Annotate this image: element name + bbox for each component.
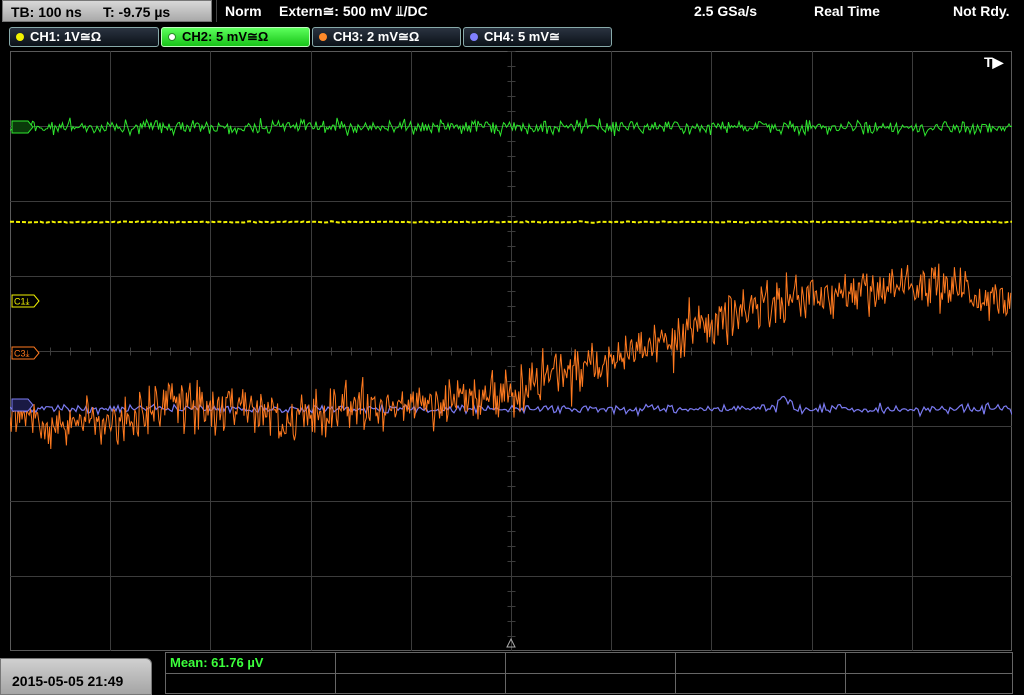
acquisition-mode: Real Time [814, 3, 880, 19]
measurement-table[interactable]: Mean: 61.76 µV [165, 652, 1013, 694]
ch4-color-icon [470, 33, 478, 41]
bottom-bar: 2015-05-05 21:49 Mean: 61.76 µV [0, 652, 1024, 695]
svg-text:C1⤓: C1⤓ [14, 297, 30, 307]
tab-ch2-label: CH2: 5 mV≅Ω [182, 29, 269, 44]
tab-ch3[interactable]: CH3: 2 mV≅Ω [312, 27, 461, 47]
timebase-readout: TB: 100 ns [11, 4, 82, 20]
acquisition-state: Not Rdy. [953, 3, 1010, 19]
tab-ch1-label: CH1: 1V≅Ω [30, 29, 102, 44]
trigger-time-readout: T: -9.75 µs [103, 4, 171, 20]
datetime-panel: 2015-05-05 21:49 [0, 658, 152, 695]
tab-ch4-label: CH4: 5 mV≅ [484, 29, 560, 44]
trigger-position-marker[interactable]: T▶ [984, 54, 1005, 70]
ch4-offset-marker[interactable] [11, 398, 34, 412]
mean-measurement: Mean: 61.76 µV [170, 655, 264, 670]
datetime-readout: 2015-05-05 21:49 [12, 673, 124, 689]
tab-ch2[interactable]: CH2: 5 mV≅Ω [161, 27, 310, 47]
tab-ch4[interactable]: CH4: 5 mV≅ [463, 27, 612, 47]
timebase-panel[interactable]: TB: 100 ns T: -9.75 µs [2, 0, 212, 22]
measurement-cell [506, 653, 676, 673]
measurement-cell [166, 673, 336, 694]
ch1-offset-marker[interactable]: C1⤓ [11, 294, 40, 308]
acquisition-status: Norm Extern≅: 500 mV ⫫/DC 2.5 GSa/s Real… [216, 0, 1024, 22]
sample-rate: 2.5 GSa/s [694, 3, 758, 19]
top-status-bar: TB: 100 ns T: -9.75 µs Norm Extern≅: 500… [0, 0, 1024, 24]
ch2-color-icon [168, 33, 176, 41]
ch3-offset-marker[interactable]: C3⤓ [11, 346, 40, 360]
measurement-cell [506, 673, 676, 694]
tab-ch1[interactable]: CH1: 1V≅Ω [9, 27, 159, 47]
trigger-mode[interactable]: Norm [225, 3, 262, 19]
measurement-cell [676, 673, 846, 694]
tab-ch3-label: CH3: 2 mV≅Ω [333, 29, 420, 44]
ch3-color-icon [319, 33, 327, 41]
svg-text:C3⤓: C3⤓ [14, 349, 30, 359]
measurement-cell: Mean: 61.76 µV [166, 653, 336, 673]
measurement-cell [336, 653, 506, 673]
trigger-source[interactable]: Extern≅: 500 mV ⫫/DC [279, 3, 428, 20]
measurement-cell [336, 673, 506, 694]
channel-tabs: CH1: 1V≅Ω CH2: 5 mV≅Ω CH3: 2 mV≅Ω CH4: 5… [0, 25, 1024, 49]
ch2-offset-marker[interactable] [11, 120, 34, 134]
waveform-display[interactable]: C1⤓ C3⤓ T▶ [10, 51, 1012, 651]
ch1-color-icon [16, 33, 24, 41]
measurement-cell [676, 653, 846, 673]
